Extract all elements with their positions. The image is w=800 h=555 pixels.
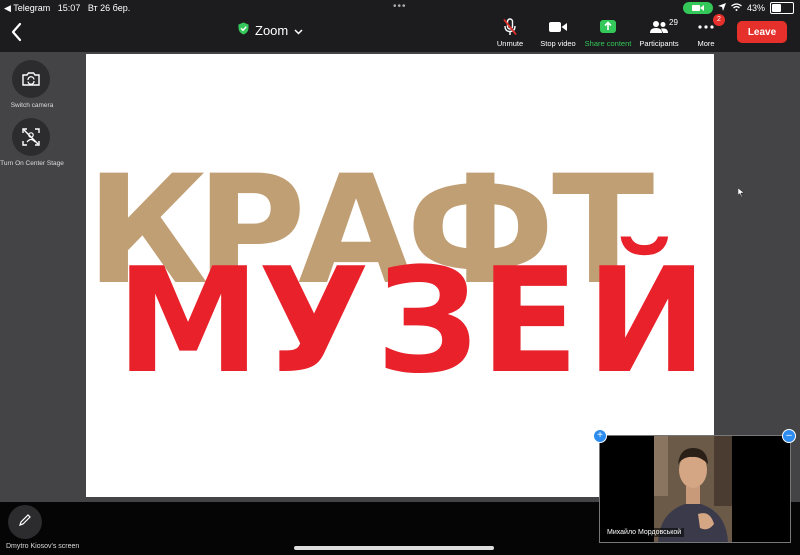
meeting-title-button[interactable]: Zoom xyxy=(238,22,303,38)
wifi-icon xyxy=(731,3,742,13)
switch-camera-label: Switch camera xyxy=(10,102,54,109)
back-chevron-icon[interactable] xyxy=(8,21,26,43)
participant-video-thumbnail xyxy=(654,436,732,542)
stop-video-label: Stop video xyxy=(540,39,576,48)
more-dots-icon xyxy=(676,18,736,36)
switch-camera-icon xyxy=(12,60,50,98)
logo-line-muzei: М У З Е Й xyxy=(86,237,714,406)
shared-screen: К Р А Ф Т М У З Е Й xyxy=(86,54,714,497)
minimize-pip-icon[interactable]: – xyxy=(782,429,796,443)
center-stage-off-icon xyxy=(12,118,50,156)
leave-button[interactable]: Leave xyxy=(737,21,787,43)
status-bar: ◀ Telegram 15:07 Вт 26 бер. ••• 43% xyxy=(0,0,800,16)
home-indicator[interactable] xyxy=(294,546,494,550)
status-time: 15:07 xyxy=(57,3,81,13)
shield-check-icon xyxy=(238,22,249,38)
status-date: Вт 26 бер. xyxy=(87,3,131,13)
more-label: More xyxy=(697,39,715,48)
annotate-button[interactable] xyxy=(8,505,42,539)
battery-percent: 43% xyxy=(746,3,765,13)
meeting-title: Zoom xyxy=(255,22,289,38)
multitasking-dots-icon[interactable]: ••• xyxy=(393,1,407,12)
back-to-app-link[interactable]: ◀ Telegram xyxy=(4,3,50,13)
battery-icon xyxy=(770,2,794,14)
logo-letter-m: М xyxy=(116,237,261,406)
logo-letter-iy: Й xyxy=(586,237,708,406)
camera-in-use-icon xyxy=(682,2,713,14)
chevron-down-icon xyxy=(294,23,303,38)
shared-screen-label: Dmytro Kiosov's screen xyxy=(6,543,80,550)
self-view-video[interactable]: Михайло Мордовськой xyxy=(599,435,791,543)
more-notification-badge: 2 xyxy=(713,14,725,26)
logo-letter-u: У xyxy=(258,237,370,406)
pencil-icon xyxy=(18,513,32,532)
switch-camera-button[interactable]: Switch camera xyxy=(11,60,53,110)
meeting-toolbar: Zoom Unmute Stop video Share content Par… xyxy=(0,14,800,50)
participant-name-label: Михайло Мордовськой xyxy=(604,528,685,537)
logo-letter-ie: Е xyxy=(480,237,580,406)
share-content-label: Share content xyxy=(584,39,632,48)
participants-label: Participants xyxy=(639,39,679,48)
location-icon xyxy=(717,3,726,13)
unmute-label: Unmute xyxy=(496,39,524,48)
center-stage-button[interactable]: Turn On Center Stage xyxy=(0,118,64,168)
mouse-cursor-icon xyxy=(737,184,745,202)
center-stage-label: Turn On Center Stage xyxy=(0,160,64,167)
more-button[interactable]: More xyxy=(676,18,736,48)
expand-pip-icon[interactable]: + xyxy=(593,429,607,443)
logo-letter-z: З xyxy=(376,237,480,406)
